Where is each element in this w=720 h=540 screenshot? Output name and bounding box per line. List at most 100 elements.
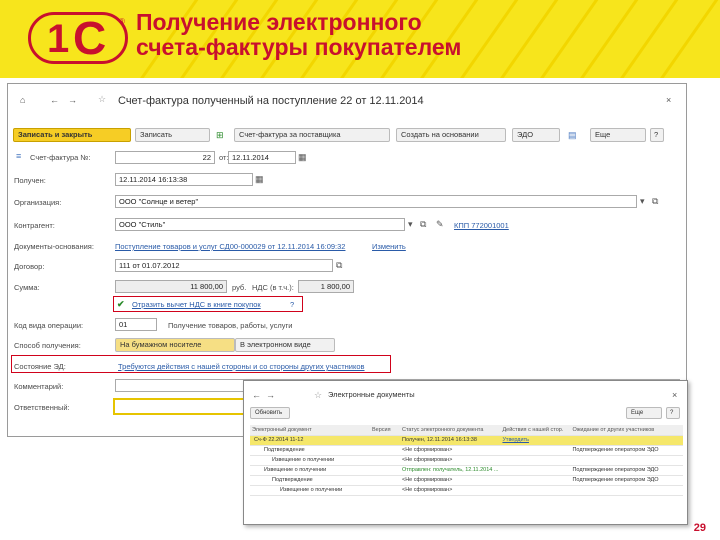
cell <box>500 445 571 456</box>
save-close-button[interactable]: Записать и закрыть <box>13 128 131 142</box>
slide-title: Получение электронного счета-фактуры поку… <box>136 9 462 60</box>
cell: Подтверждение <box>250 475 370 486</box>
home-icon[interactable]: ⌂ <box>20 94 25 106</box>
more-button[interactable]: Еще <box>626 407 662 419</box>
action-link[interactable]: Утвердить <box>500 435 571 446</box>
cell: <Не сформирован> <box>400 445 501 456</box>
dropdown-icon[interactable]: ▾ <box>408 218 413 230</box>
op-desc: Получение товаров, работы, услуги <box>168 321 293 330</box>
cell <box>570 485 683 496</box>
vat-field: 1 800,00 <box>298 280 354 293</box>
change-link[interactable]: Изменить <box>372 242 406 251</box>
doc-tree-icon[interactable]: ⊞ <box>216 129 224 141</box>
cell: Отправлен: получатель, 12.11.2014 ... <box>400 465 501 476</box>
cell: Извещение о получении <box>250 455 370 466</box>
help-button[interactable]: ? <box>650 128 664 142</box>
counterparty-field[interactable]: ООО "Стиль" <box>115 218 405 231</box>
sum-field: 11 800,00 <box>115 280 227 293</box>
star-icon[interactable]: ☆ <box>314 389 322 401</box>
cell <box>500 465 571 476</box>
cell: <Не сформирован> <box>400 475 501 486</box>
cell <box>370 475 400 486</box>
basis-link[interactable]: Поступление товаров и услуг СД00-000029 … <box>115 242 345 251</box>
1c-logo: 1 С ® <box>28 12 128 64</box>
forward-icon[interactable]: → <box>266 389 275 401</box>
vat-label: НДС (в т.ч.): <box>252 283 294 292</box>
contract-label: Договор: <box>14 262 45 271</box>
cell: <Не сформирован> <box>400 485 501 496</box>
table-row[interactable]: Сч-Ф 22.2014 11-12 Получен, 12.11.2014 16… <box>250 435 683 446</box>
cell: Подтверждение оператором ЭДО <box>570 445 683 456</box>
table-header: Электронный документ Версия Статус элект… <box>250 425 683 436</box>
slide-header: 1 С ® Получение электронного счета-фактуры … <box>0 0 720 78</box>
column-header: Ожидание от других участников <box>570 425 683 436</box>
edit-icon[interactable]: ✎ <box>436 218 444 230</box>
table-row[interactable]: Извещение о получении <Не сформирован> <box>250 485 683 496</box>
cell <box>570 435 683 446</box>
more-button[interactable]: Еще <box>590 128 646 142</box>
back-icon[interactable]: ← <box>50 94 59 106</box>
table-row[interactable]: Извещение о получении Отправлен: получате… <box>250 465 683 476</box>
invoice-date-field[interactable]: 12.11.2014 <box>228 151 296 164</box>
calendar-icon[interactable]: ▦ <box>255 173 264 185</box>
invoice-supplier-button[interactable]: Счет-фактура за поставщика <box>234 128 390 142</box>
cell: Извещение о получении <box>250 485 370 496</box>
column-header: Версия <box>370 425 400 436</box>
cell <box>370 445 400 456</box>
help-button[interactable]: ? <box>666 407 680 419</box>
calendar-icon[interactable]: ▦ <box>298 151 307 163</box>
method-paper-button[interactable]: На бумажном носителе <box>115 338 235 352</box>
highlight-frame-edo <box>11 355 391 373</box>
save-button[interactable]: Записать <box>135 128 210 142</box>
currency-label: руб. <box>232 283 247 292</box>
star-icon[interactable]: ☆ <box>98 93 106 105</box>
cell <box>500 455 571 466</box>
org-label: Организация: <box>14 198 62 207</box>
column-header: Статус электронного документа <box>400 425 501 436</box>
op-code-field[interactable]: 01 <box>115 318 157 331</box>
table-row[interactable]: Подтверждение <Не сформирован> Подтвержден… <box>250 475 683 486</box>
method-electronic-button[interactable]: В электронном виде <box>235 338 335 352</box>
org-field[interactable]: ООО "Солнце и ветер" <box>115 195 637 208</box>
open-icon[interactable]: ⧉ <box>336 259 342 271</box>
create-based-button[interactable]: Создать на основании <box>396 128 506 142</box>
cell: Подтверждение оператором ЭДО <box>570 475 683 486</box>
cell: Подтверждение оператором ЭДО <box>570 465 683 476</box>
cell <box>500 475 571 486</box>
page-number: 29 <box>693 522 706 534</box>
cell: Сч-Ф 22.2014 11-12 <box>250 435 370 446</box>
responsible-label: Ответственный: <box>14 403 70 412</box>
highlight-frame-vat <box>113 296 303 312</box>
invoice-no-field[interactable]: 22 <box>115 151 215 164</box>
invoice-no-label: Счет-фактура №: <box>30 153 91 162</box>
dropdown-icon[interactable]: ▾ <box>640 195 645 207</box>
basis-label: Документы-основания: <box>14 242 94 251</box>
open-icon[interactable]: ⧉ <box>420 218 426 230</box>
table-row[interactable]: Извещение о получении <Не сформирован> <box>250 455 683 466</box>
edo-window: ← → ☆ Электронные документы × Обновить Е… <box>243 380 688 525</box>
cell: Извещение о получении <box>250 465 370 476</box>
cell: Получен, 12.11.2014 16:13:38 <box>400 435 501 446</box>
cell: <Не сформирован> <box>400 455 501 466</box>
edo-table: Электронный документ Версия Статус элект… <box>250 425 683 496</box>
close-icon[interactable]: × <box>672 389 677 401</box>
edo-window-title: Электронные документы <box>328 390 415 399</box>
counterparty-label: Контрагент: <box>14 221 55 230</box>
edo-button[interactable]: ЭДО <box>512 128 560 142</box>
back-icon[interactable]: ← <box>252 389 261 401</box>
cell <box>370 485 400 496</box>
refresh-button[interactable]: Обновить <box>250 407 290 419</box>
received-field[interactable]: 12.11.2014 16:13:38 <box>115 173 253 186</box>
open-icon[interactable]: ⧉ <box>652 195 658 207</box>
op-code-label: Код вида операции: <box>14 321 84 330</box>
contract-field[interactable]: 111 от 01.07.2012 <box>115 259 333 272</box>
kpp-link[interactable]: КПП 772001001 <box>454 221 509 230</box>
close-icon[interactable]: × <box>666 94 671 106</box>
forward-icon[interactable]: → <box>68 94 77 106</box>
received-label: Получен: <box>14 176 46 185</box>
table-row[interactable]: Подтверждение <Не сформирован> Подтвержден… <box>250 445 683 456</box>
column-header: Действия с нашей стор. <box>500 425 571 436</box>
cell <box>570 455 683 466</box>
print-icon[interactable]: ▤ <box>568 129 577 141</box>
sum-label: Сумма: <box>14 283 40 292</box>
